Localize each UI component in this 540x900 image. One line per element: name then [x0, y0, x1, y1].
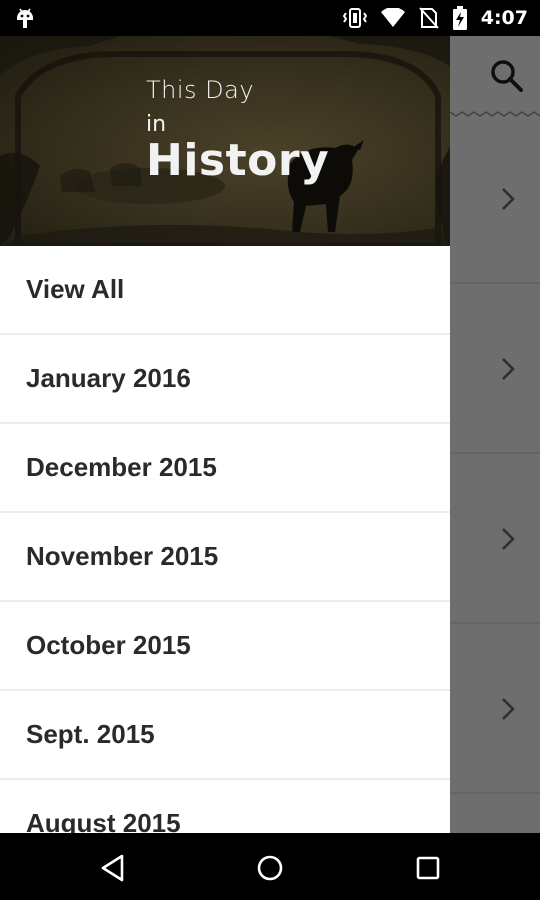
- app-title: This Day in History: [146, 76, 329, 186]
- status-bar: 4:07: [0, 0, 540, 36]
- app-title-line2: in: [146, 112, 167, 137]
- drawer-item-november-2015[interactable]: November 2015: [0, 513, 450, 602]
- drawer-menu: View All January 2016 December 2015 Nove…: [0, 246, 450, 833]
- android-debug-icon: [14, 6, 36, 30]
- back-icon[interactable]: [98, 853, 128, 883]
- no-sim-icon: [418, 7, 439, 29]
- wifi-icon: [380, 8, 405, 28]
- vibrate-icon: [342, 7, 367, 29]
- app-title-line1: This Day: [146, 76, 255, 104]
- home-icon[interactable]: [255, 853, 285, 883]
- drawer-item-september-2015[interactable]: Sept. 2015: [0, 691, 450, 780]
- navigation-drawer: This Day in History View All January 201…: [0, 36, 450, 833]
- drawer-item-december-2015[interactable]: December 2015: [0, 424, 450, 513]
- drawer-item-october-2015[interactable]: October 2015: [0, 602, 450, 691]
- drawer-item-view-all[interactable]: View All: [0, 246, 450, 335]
- battery-charging-icon: [452, 6, 467, 30]
- drawer-header: This Day in History: [0, 36, 450, 246]
- drawer-item-august-2015[interactable]: August 2015: [0, 780, 450, 833]
- system-nav-bar: [0, 833, 540, 900]
- app-title-line3: History: [146, 135, 330, 186]
- status-time: 4:07: [480, 7, 528, 29]
- recents-icon[interactable]: [413, 853, 443, 883]
- drawer-item-january-2016[interactable]: January 2016: [0, 335, 450, 424]
